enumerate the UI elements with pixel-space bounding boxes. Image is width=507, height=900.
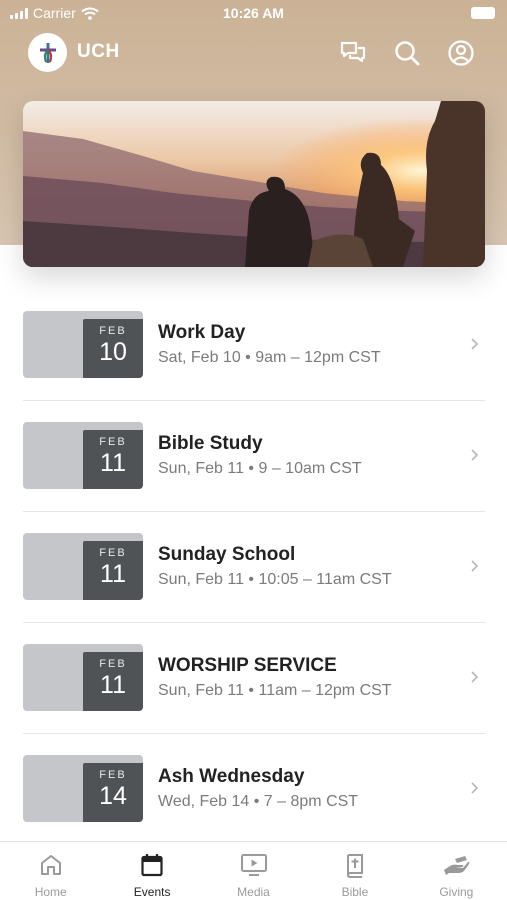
bible-icon [346, 854, 363, 878]
event-list: FEB 10 Work Day Sat, Feb 10 • 9am – 12pm… [0, 290, 507, 845]
app-title: UCH [77, 41, 120, 62]
chevron-right-icon [471, 671, 479, 683]
tab-bar: Home Events Media Bible Giving [0, 841, 507, 900]
event-row[interactable]: FEB 11 Bible Study Sun, Feb 11 • 9 – 10a… [0, 401, 507, 512]
event-month: FEB [99, 325, 127, 337]
event-title: Ash Wednesday [158, 766, 305, 787]
profile-icon[interactable] [446, 38, 476, 68]
event-day: 11 [100, 560, 126, 588]
chevron-right-icon [471, 560, 479, 572]
app-header: UCH [0, 32, 507, 74]
chevron-right-icon [471, 782, 479, 794]
cross-logo-icon [39, 42, 56, 63]
event-day: 11 [100, 671, 126, 699]
event-day: 10 [99, 338, 127, 366]
tab-label: Media [237, 885, 270, 899]
battery-icon [471, 7, 495, 19]
chat-icon[interactable] [338, 38, 368, 68]
giving-icon [444, 856, 470, 875]
tab-label: Events [133, 885, 171, 899]
chevron-right-icon [471, 338, 479, 350]
sunset-image [23, 101, 485, 267]
status-time: 10:26 AM [223, 5, 284, 21]
event-row[interactable]: FEB 11 Sunday School Sun, Feb 11 • 10:05… [0, 512, 507, 623]
home-icon [40, 855, 61, 875]
status-bar: Carrier 10:26 AM [0, 0, 507, 28]
event-subtitle: Sun, Feb 11 • 11am – 12pm CST [158, 682, 392, 699]
tab-media[interactable]: Media [203, 842, 304, 900]
event-subtitle: Sat, Feb 10 • 9am – 12pm CST [158, 349, 381, 366]
event-title: Work Day [158, 322, 246, 343]
tab-giving[interactable]: Giving [406, 842, 507, 900]
media-icon [240, 854, 267, 876]
calendar-icon [141, 854, 163, 877]
event-date-badge: FEB 10 [83, 319, 143, 378]
event-date-badge: FEB 11 [83, 430, 143, 489]
event-month: FEB [99, 547, 127, 559]
chevron-right-icon [471, 449, 479, 461]
event-date-badge: FEB 11 [83, 541, 143, 600]
event-title: WORSHIP SERVICE [158, 655, 337, 676]
event-subtitle: Wed, Feb 14 • 7 – 8pm CST [158, 793, 359, 810]
event-row[interactable]: FEB 10 Work Day Sat, Feb 10 • 9am – 12pm… [0, 290, 507, 401]
event-subtitle: Sun, Feb 11 • 9 – 10am CST [158, 460, 362, 477]
tab-bible[interactable]: Bible [304, 842, 405, 900]
event-month: FEB [99, 769, 127, 781]
event-month: FEB [99, 658, 127, 670]
tab-label: Home [34, 885, 67, 899]
event-row[interactable]: FEB 14 Ash Wednesday Wed, Feb 14 • 7 – 8… [0, 734, 507, 845]
tab-events[interactable]: Events [101, 842, 202, 900]
church-logo[interactable] [28, 33, 67, 72]
search-icon[interactable] [392, 38, 422, 68]
event-day: 11 [100, 449, 126, 477]
event-title: Bible Study [158, 433, 263, 454]
event-day: 14 [99, 782, 127, 810]
event-title: Sunday School [158, 544, 296, 565]
tab-label: Giving [439, 885, 474, 899]
hero-image[interactable] [23, 101, 485, 267]
event-month: FEB [99, 436, 127, 448]
tab-label: Bible [341, 885, 369, 899]
event-row[interactable]: FEB 11 WORSHIP SERVICE Sun, Feb 11 • 11a… [0, 623, 507, 734]
event-subtitle: Sun, Feb 11 • 10:05 – 11am CST [158, 571, 392, 588]
tab-home[interactable]: Home [0, 842, 101, 900]
event-date-badge: FEB 14 [83, 763, 143, 822]
event-date-badge: FEB 11 [83, 652, 143, 711]
